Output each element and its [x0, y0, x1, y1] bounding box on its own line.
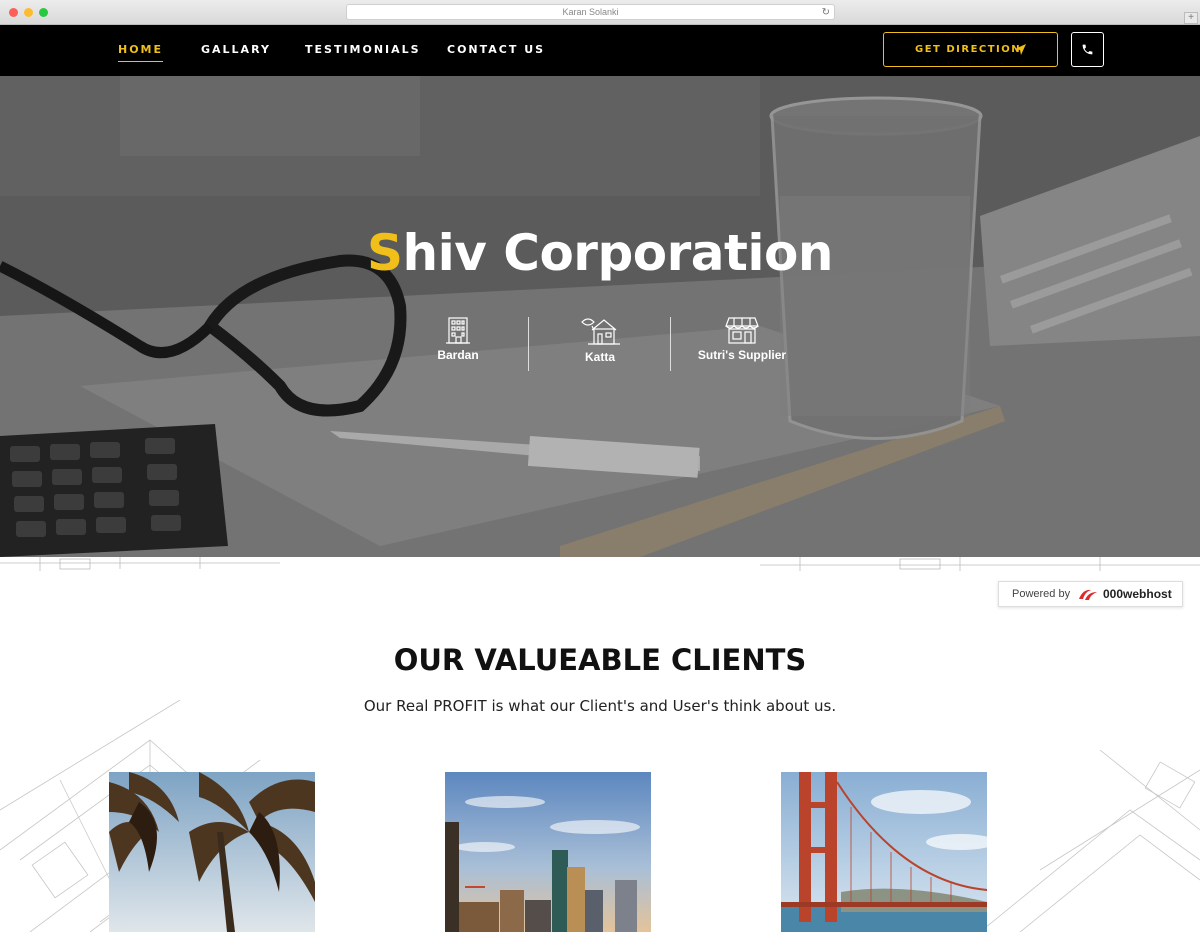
golden-gate-bridge-image	[781, 772, 987, 932]
hero-banner: Shiv Corporation Bardan Katta Sutri's Su…	[0, 76, 1200, 557]
top-navigation: HOME GALLARY TESTIMONIALS CONTACT US GET…	[0, 25, 1200, 76]
client-card[interactable]	[445, 772, 651, 932]
city-skyline-image	[445, 772, 651, 932]
address-bar[interactable]: Karan Solanki ↻	[346, 4, 835, 20]
feature-sutris-supplier[interactable]: Sutri's Supplier	[682, 316, 802, 362]
blueprint-right-decoration	[980, 750, 1200, 932]
shop-icon	[725, 317, 759, 344]
nav-item-home[interactable]: HOME	[118, 43, 164, 62]
browser-chrome: Karan Solanki ↻ +	[0, 0, 1200, 25]
feature-divider	[528, 317, 529, 371]
clients-title: OUR VALUEABLE CLIENTS	[393, 643, 807, 677]
get-direction-label: GET DIRECTION	[915, 44, 1022, 55]
house-icon	[581, 318, 620, 345]
address-bar-title: Karan Solanki	[562, 7, 619, 17]
webhost-logo-icon	[1079, 589, 1097, 600]
client-card[interactable]	[781, 772, 987, 932]
palm-trees-image	[109, 772, 315, 932]
nav-item-contact-us-label: CONTACT US	[447, 43, 546, 56]
phone-icon	[1082, 44, 1093, 55]
nav-item-testimonials-label: TESTIMONIALS	[305, 43, 421, 56]
building-icon	[446, 317, 470, 344]
feature-katta-label: Katta	[584, 350, 615, 364]
minimize-window-icon[interactable]	[24, 8, 33, 17]
feature-bardan[interactable]: Bardan	[398, 316, 518, 362]
nav-item-contact-us[interactable]: CONTACT US	[447, 43, 545, 56]
powered-by-prefix: Powered by	[1012, 588, 1071, 600]
location-arrow-icon	[1015, 44, 1026, 55]
powered-by-brand: 000webhost	[1103, 587, 1172, 601]
maximize-window-icon[interactable]	[39, 8, 48, 17]
feature-sutris-supplier-label: Sutri's Supplier	[697, 348, 787, 362]
hero-title-first-letter: S	[367, 224, 403, 282]
blueprint-strip-decoration	[0, 557, 1200, 571]
new-tab-icon[interactable]: +	[1184, 12, 1198, 24]
powered-by-badge[interactable]: Powered by 000webhost	[998, 581, 1183, 607]
phone-button[interactable]	[1071, 32, 1104, 67]
reload-icon[interactable]: ↻	[822, 5, 830, 20]
close-window-icon[interactable]	[9, 8, 18, 17]
feature-bardan-label: Bardan	[437, 348, 479, 362]
feature-divider	[670, 317, 671, 371]
nav-item-gallary-label: GALLARY	[201, 43, 271, 56]
get-direction-button[interactable]: GET DIRECTION	[883, 32, 1058, 67]
client-card[interactable]	[109, 772, 315, 932]
clients-subtitle: Our Real PROFIT is what our Client's and…	[363, 697, 837, 715]
nav-item-gallary[interactable]: GALLARY	[201, 43, 271, 56]
feature-katta[interactable]: Katta	[540, 316, 660, 364]
active-underline	[118, 61, 164, 62]
hero-title-rest: hiv Corporation	[402, 224, 834, 282]
nav-item-home-label: HOME	[118, 43, 164, 56]
nav-item-testimonials[interactable]: TESTIMONIALS	[305, 43, 421, 56]
hero-title: Shiv Corporation	[0, 224, 1200, 282]
